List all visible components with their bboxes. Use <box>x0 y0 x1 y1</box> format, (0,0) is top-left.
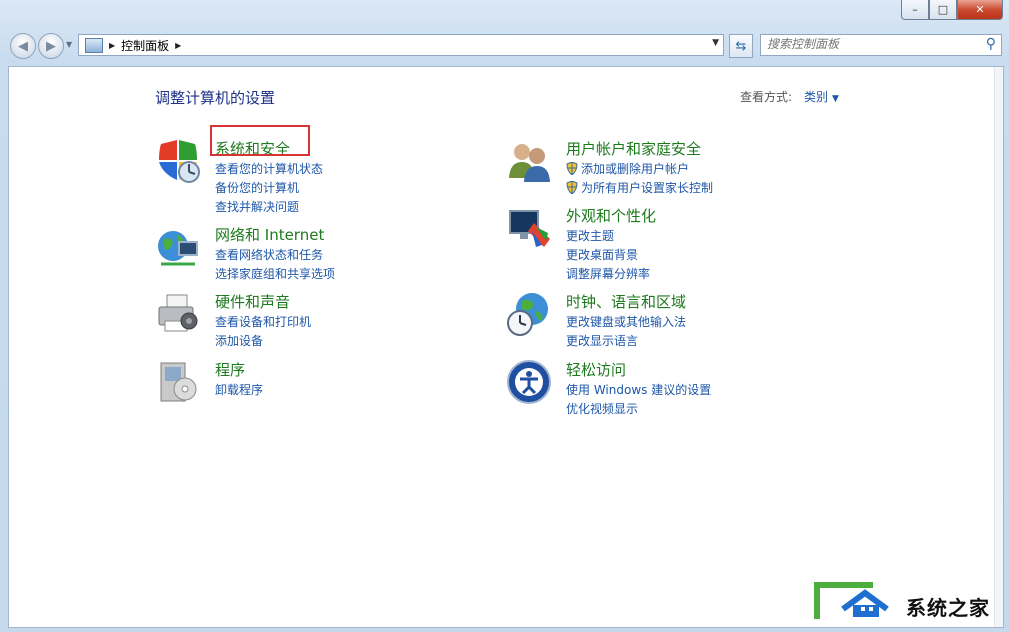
link-view-computer-status[interactable]: 查看您的计算机状态 <box>215 160 323 179</box>
house-logo-icon <box>814 582 889 619</box>
maximize-button[interactable]: □ <box>929 0 957 20</box>
category-title[interactable]: 硬件和声音 <box>215 291 290 312</box>
control-panel-window: – □ ✕ ◀ ▶ ▼ ▶ 控制面板 ▶ ▼ ⇆ ⚲ 调整计算机的设置 查看方式… <box>0 0 1009 632</box>
shield-security-icon <box>159 140 200 183</box>
refresh-button[interactable]: ⇆ <box>729 34 753 58</box>
link-backup-computer[interactable]: 备份您的计算机 <box>215 179 323 198</box>
navigation-bar: ◀ ▶ ▼ ▶ 控制面板 ▶ ▼ ⇆ ⚲ <box>8 32 1002 59</box>
uac-shield-icon <box>566 181 578 194</box>
breadcrumb-separator-icon[interactable]: ▶ <box>175 41 181 50</box>
link-change-theme[interactable]: 更改主题 <box>566 227 650 246</box>
link-add-device[interactable]: 添加设备 <box>215 332 311 351</box>
link-screen-resolution[interactable]: 调整屏幕分辨率 <box>566 265 650 284</box>
recent-pages-dropdown[interactable]: ▼ <box>66 40 72 49</box>
watermark-logo: 系统之家 <box>813 579 1003 624</box>
link-troubleshoot[interactable]: 查找并解决问题 <box>215 198 323 217</box>
network-globe-icon <box>158 231 198 266</box>
category-title[interactable]: 程序 <box>215 359 245 380</box>
minimize-button[interactable]: – <box>901 0 929 20</box>
link-display-language[interactable]: 更改显示语言 <box>566 332 686 351</box>
refresh-icon: ⇆ <box>735 38 747 54</box>
annotation-highlight-box <box>210 125 310 156</box>
globe-clock-icon <box>507 293 548 336</box>
category-title[interactable]: 网络和 Internet <box>215 224 324 245</box>
content-pane: 调整计算机的设置 查看方式: 类别 ▼ 系统和安全 查看您的计算机状态 备份您的计… <box>8 66 1004 628</box>
breadcrumb-control-panel[interactable]: 控制面板 <box>121 37 169 54</box>
address-bar[interactable]: ▶ 控制面板 ▶ ▼ <box>78 34 724 56</box>
uac-shield-icon <box>566 162 578 175</box>
link-recommended-settings[interactable]: 使用 Windows 建议的设置 <box>566 381 711 400</box>
watermark-text: 系统之家 <box>906 596 990 620</box>
link-desktop-background[interactable]: 更改桌面背景 <box>566 246 650 265</box>
page-title: 调整计算机的设置 <box>155 89 276 107</box>
monitor-palette-icon <box>509 210 550 247</box>
breadcrumb-separator-icon[interactable]: ▶ <box>109 41 115 50</box>
vertical-scrollbar[interactable] <box>994 67 1003 627</box>
link-uninstall-program[interactable]: 卸载程序 <box>215 381 263 400</box>
category-title[interactable]: 用户帐户和家庭安全 <box>566 138 701 159</box>
link-optimize-display[interactable]: 优化视频显示 <box>566 400 711 419</box>
link-add-remove-users[interactable]: 添加或删除用户帐户 <box>566 160 713 179</box>
search-icon[interactable]: ⚲ <box>986 36 996 52</box>
category-title[interactable]: 轻松访问 <box>566 359 626 380</box>
address-history-dropdown[interactable]: ▼ <box>712 38 719 48</box>
link-parental-controls[interactable]: 为所有用户设置家长控制 <box>566 179 713 198</box>
view-by-label: 查看方式: <box>740 90 793 104</box>
ease-of-access-icon <box>507 360 551 404</box>
forward-button[interactable]: ▶ <box>38 33 64 59</box>
link-devices-printers[interactable]: 查看设备和打印机 <box>215 313 311 332</box>
search-input[interactable] <box>761 35 967 53</box>
window-controls: – □ ✕ <box>901 0 1003 20</box>
link-change-keyboard[interactable]: 更改键盘或其他输入法 <box>566 313 686 332</box>
control-panel-icon <box>85 37 103 53</box>
link-homegroup-sharing[interactable]: 选择家庭组和共享选项 <box>215 265 335 284</box>
link-network-status[interactable]: 查看网络状态和任务 <box>215 246 335 265</box>
search-box[interactable]: ⚲ <box>760 34 1002 56</box>
back-arrow-icon: ◀ <box>18 38 28 54</box>
view-by-dropdown[interactable]: 类别 ▼ <box>804 88 839 105</box>
back-button[interactable]: ◀ <box>10 33 36 59</box>
programs-disc-icon <box>160 362 197 402</box>
users-icon <box>509 144 550 182</box>
chevron-down-icon: ▼ <box>832 94 839 104</box>
category-title[interactable]: 外观和个性化 <box>566 205 656 226</box>
printer-speaker-icon <box>158 294 198 332</box>
category-title[interactable]: 时钟、语言和区域 <box>566 291 686 312</box>
forward-arrow-icon: ▶ <box>46 38 56 54</box>
close-button[interactable]: ✕ <box>957 0 1003 20</box>
